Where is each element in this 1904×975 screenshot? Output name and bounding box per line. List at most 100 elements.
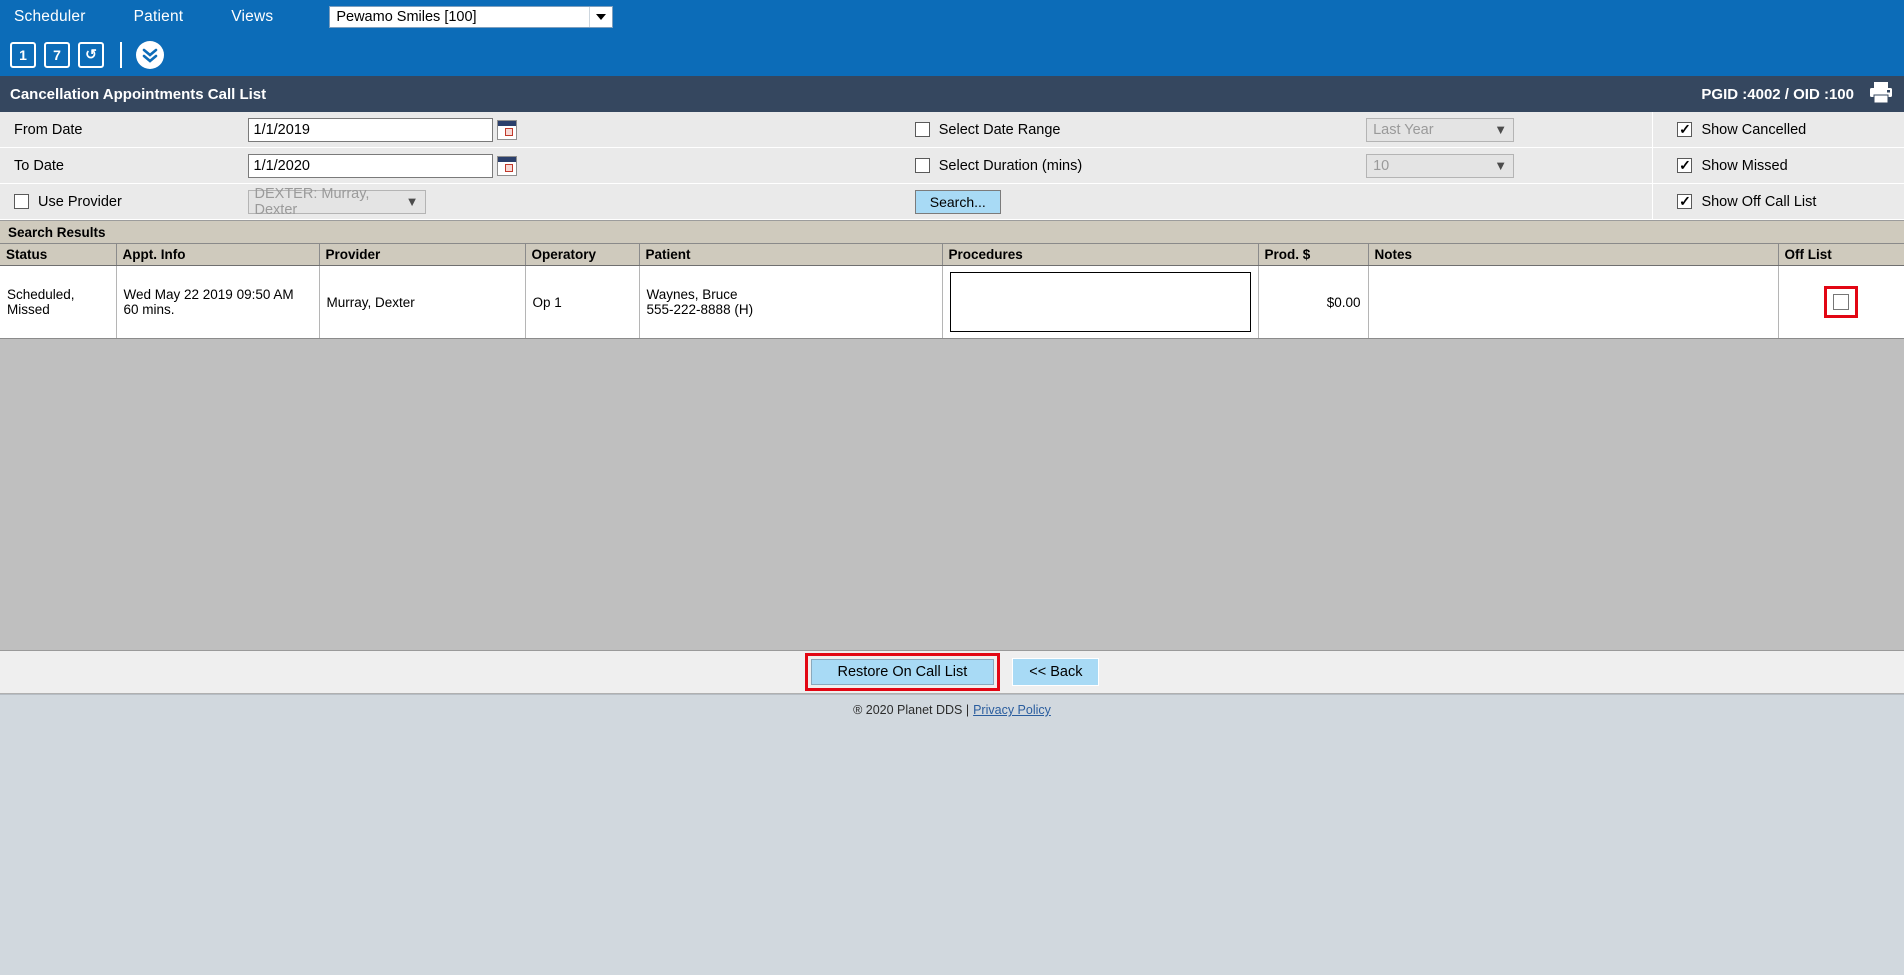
off-list-checkbox[interactable] — [1833, 294, 1849, 310]
table-header-row: Status Appt. Info Provider Operatory Pat… — [0, 244, 1904, 266]
provider-select-cell: DEXTER: Murray, Dexter ▼ — [243, 184, 719, 219]
checkbox-mark — [916, 123, 929, 136]
to-date-input[interactable]: 1/1/2020 — [247, 153, 493, 178]
cell-procedures — [942, 265, 1259, 339]
results-grid: Status Appt. Info Provider Operatory Pat… — [0, 244, 1904, 339]
column-header-appt-info[interactable]: Appt. Info — [116, 244, 320, 266]
from-date-input[interactable]: 1/1/2019 — [247, 117, 493, 142]
column-header-procedures[interactable]: Procedures — [942, 244, 1259, 266]
show-off-call-list-checkbox[interactable]: ✓ — [1677, 193, 1693, 209]
select-duration-checkbox[interactable] — [914, 158, 930, 173]
filter-row-to-date: To Date 1/1/2020 Select Duration (mins) … — [0, 148, 1904, 184]
show-missed-checkbox[interactable]: ✓ — [1677, 158, 1693, 173]
column-header-status[interactable]: Status — [0, 244, 117, 266]
restore-on-call-list-button[interactable]: Restore On Call List — [810, 659, 995, 685]
patient-phone: 555-222-8888 (H) — [646, 302, 754, 317]
chevron-down-icon: ▼ — [1494, 122, 1508, 137]
checkbox-mark: ✓ — [1679, 121, 1691, 137]
show-cancelled-label: Show Cancelled — [1701, 121, 1807, 138]
table-row[interactable]: Scheduled, Missed Wed May 22 2019 09:50 … — [0, 265, 1904, 339]
select-date-range-checkbox[interactable] — [914, 122, 930, 137]
cell-off-list — [1778, 265, 1904, 339]
calendar-icon[interactable] — [496, 119, 517, 140]
double-chevron-down-icon[interactable] — [136, 40, 164, 69]
menu-item-patient[interactable]: Patient — [134, 8, 184, 26]
results-grid-container[interactable]: Status Appt. Info Provider Operatory Pat… — [0, 244, 1904, 651]
checkbox-mark: ✓ — [1679, 193, 1691, 209]
search-button-cell: Search... — [896, 184, 1359, 219]
cell-notes[interactable] — [1368, 265, 1779, 339]
provider-select[interactable]: DEXTER: Murray, Dexter ▼ — [247, 186, 426, 218]
toolbar-divider — [120, 41, 122, 68]
column-header-patient[interactable]: Patient — [639, 244, 943, 266]
select-duration-cell: Select Duration (mins) — [896, 148, 1359, 183]
show-missed-label: Show Missed — [1701, 157, 1788, 174]
cell-provider: Murray, Dexter — [319, 265, 526, 339]
use-provider-cell: Use Provider — [0, 184, 244, 219]
date-range-select[interactable]: Last Year ▼ — [1366, 117, 1515, 142]
week-view-button[interactable]: 7 — [44, 41, 70, 68]
calendar-icon[interactable] — [496, 155, 517, 176]
filter-spacer-3 — [718, 148, 897, 183]
cell-operatory: Op 1 — [525, 265, 640, 339]
to-date-label: To Date — [0, 148, 244, 183]
duration-select-value: 10 — [1373, 157, 1390, 174]
use-provider-label: Use Provider — [38, 193, 122, 210]
back-button[interactable]: << Back — [1012, 658, 1100, 686]
office-select[interactable]: Pewamo Smiles [100] — [329, 5, 614, 28]
chevron-down-icon: ▼ — [1494, 158, 1508, 173]
printer-icon[interactable] — [1868, 80, 1894, 109]
office-select-value: Pewamo Smiles [100] — [336, 8, 477, 25]
application-window: Scheduler Patient Views Pewamo Smiles [1… — [0, 0, 1904, 975]
to-date-field-cell: 1/1/2020 — [243, 148, 719, 183]
refresh-icon[interactable]: ↺ — [78, 41, 104, 68]
show-off-call-list-label: Show Off Call List — [1701, 193, 1817, 210]
filter-panel: From Date 1/1/2019 Select Date Range Las… — [0, 112, 1904, 221]
filter-row-from-date: From Date 1/1/2019 Select Date Range Las… — [0, 112, 1904, 148]
menu-item-scheduler[interactable]: Scheduler — [14, 8, 86, 26]
off-list-highlight — [1824, 286, 1858, 318]
pgid-oid-label: PGID :4002 / OID :100 — [1701, 85, 1854, 103]
column-header-operatory[interactable]: Operatory — [525, 244, 640, 266]
show-cancelled-checkbox[interactable]: ✓ — [1677, 121, 1693, 137]
select-date-range-cell: Select Date Range — [896, 112, 1359, 147]
use-provider-checkbox[interactable] — [14, 194, 29, 209]
menu-item-views[interactable]: Views — [231, 8, 273, 26]
copyright-text: ® 2020 Planet DDS | — [853, 703, 970, 717]
select-duration-label: Select Duration (mins) — [938, 157, 1083, 174]
show-off-call-list-cell: ✓ Show Off Call List — [1652, 184, 1904, 219]
duration-select[interactable]: 10 ▼ — [1366, 153, 1515, 178]
restore-button-highlight: Restore On Call List — [804, 653, 1001, 691]
provider-select-value: DEXTER: Murray, Dexter — [254, 185, 370, 218]
appt-duration: 60 mins. — [123, 302, 175, 317]
day-view-button[interactable]: 1 — [10, 41, 36, 68]
select-date-range-label: Select Date Range — [938, 121, 1061, 138]
column-header-off-list[interactable]: Off List — [1778, 244, 1904, 266]
filter-spacer-1 — [718, 112, 897, 147]
chevron-down-icon — [589, 6, 612, 27]
privacy-policy-link[interactable]: Privacy Policy — [973, 703, 1051, 717]
cell-prod-amount: $0.00 — [1258, 265, 1369, 339]
cell-appt-info: Wed May 22 2019 09:50 AM 60 mins. — [116, 265, 320, 339]
procedures-box[interactable] — [949, 272, 1251, 332]
action-bar: Restore On Call List << Back — [0, 651, 1904, 694]
search-results-band: Search Results — [0, 221, 1904, 244]
show-cancelled-cell: ✓ Show Cancelled — [1652, 112, 1904, 147]
title-bar-right: PGID :4002 / OID :100 — [1701, 80, 1894, 109]
cell-patient: Waynes, Bruce 555-222-8888 (H) — [639, 265, 943, 339]
column-header-provider[interactable]: Provider — [319, 244, 526, 266]
from-date-label: From Date — [0, 112, 244, 147]
from-date-field-cell: 1/1/2019 — [243, 112, 719, 147]
column-header-notes[interactable]: Notes — [1368, 244, 1779, 266]
show-missed-cell: ✓ Show Missed — [1652, 148, 1904, 183]
chevron-down-icon: ▼ — [405, 194, 419, 209]
page-title: Cancellation Appointments Call List — [10, 85, 267, 103]
search-button[interactable]: Search... — [914, 189, 1001, 214]
icon-toolbar: 1 7 ↺ — [0, 33, 1904, 76]
checkbox-mark — [916, 159, 929, 172]
page-title-bar: Cancellation Appointments Call List PGID… — [0, 76, 1904, 112]
column-header-prod-amount[interactable]: Prod. $ — [1258, 244, 1369, 266]
patient-name: Waynes, Bruce — [646, 287, 738, 302]
cell-status: Scheduled, Missed — [0, 265, 117, 339]
checkbox-mark — [15, 195, 28, 208]
